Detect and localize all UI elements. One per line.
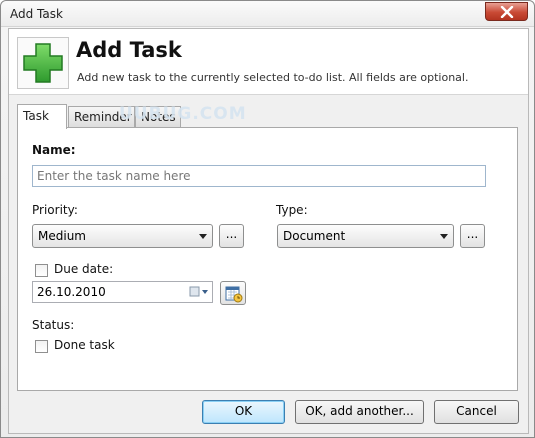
close-button[interactable] [485,2,528,21]
due-date-value: 26.10.2010 [37,285,106,299]
calendar-button[interactable] [220,281,246,305]
add-task-header-icon [17,37,69,89]
calendar-icon [225,286,243,303]
watermark: UUBUG.COM [119,104,247,124]
done-task-label[interactable]: Done task [54,338,115,352]
type-value: Document [283,229,346,243]
cancel-button[interactable]: Cancel [434,400,519,424]
date-dropdown-icon[interactable] [189,286,209,298]
dialog-body: Add Task Add new task to the currently s… [8,28,529,434]
add-plus-icon [23,43,63,83]
priority-label: Priority: [32,203,78,217]
chevron-down-icon [199,234,207,239]
header-subtitle: Add new task to the currently selected t… [77,71,469,84]
type-more-button[interactable]: ... [460,224,485,248]
due-date-checkbox[interactable] [35,264,48,277]
status-label: Status: [32,318,75,332]
done-task-checkbox[interactable] [35,340,48,353]
due-date-label[interactable]: Due date: [54,262,113,276]
ok-add-another-button[interactable]: OK, add another... [295,400,424,424]
task-name-input[interactable]: Enter the task name here [32,165,486,187]
close-icon [500,6,514,18]
title-bar[interactable]: Add Task [1,1,534,27]
name-label: Name: [32,143,76,157]
window-title: Add Task [10,7,63,21]
chevron-down-icon [440,234,448,239]
dialog-header: Add Task Add new task to the currently s… [9,29,528,95]
type-label: Type: [276,203,308,217]
tab-task[interactable]: Task [17,104,67,129]
header-title: Add Task [76,38,182,62]
ok-button[interactable]: OK [202,400,285,424]
type-select[interactable]: Document [277,224,454,248]
add-task-dialog: Add Task Add Task Add new task to the cu… [0,0,535,438]
due-date-picker[interactable]: 26.10.2010 [32,281,213,303]
priority-more-button[interactable]: ... [219,224,244,248]
priority-select[interactable]: Medium [32,224,213,248]
priority-value: Medium [38,229,86,243]
task-tab-panel: Name: Enter the task name here Priority:… [17,127,518,391]
